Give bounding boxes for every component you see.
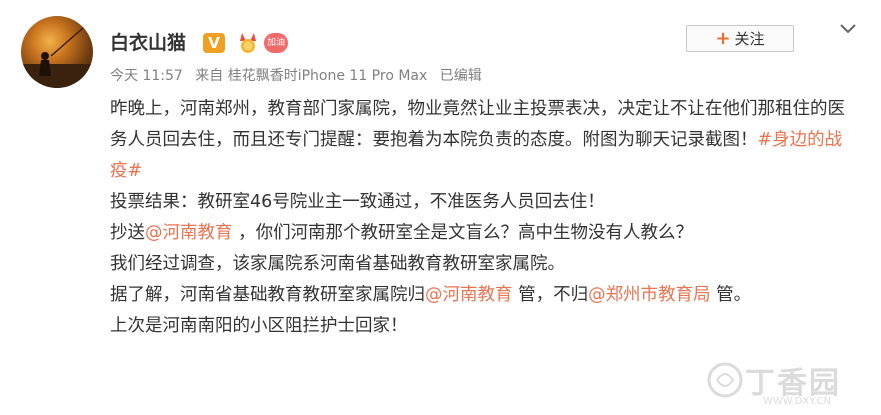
plus-icon: + (715, 27, 731, 49)
chevron-down-icon[interactable] (838, 22, 858, 36)
watermark: 丁香园 WWW.DXY.CN (705, 356, 875, 411)
username[interactable]: 白衣山猫 (110, 30, 186, 56)
paragraph-5-post: 管。 (710, 285, 752, 305)
paragraph-5-mid: 管，不归 (512, 285, 589, 305)
mention-zhengzhou-education-bureau[interactable]: @郑州市教育局 (588, 285, 711, 305)
post-source: 来自 桂花飘香时iPhone 11 Pro Max (195, 68, 428, 84)
follow-label: 关注 (734, 30, 765, 48)
paragraph-1-text: 昨晚上，河南郑州，教育部门家属院，物业竟然让业主投票表决，决定让不让在他们那租住… (110, 99, 845, 150)
rank-badge: 加油 (264, 33, 288, 53)
edited-label[interactable]: 已编辑 (440, 68, 482, 84)
paragraph-3-text: ，你们河南那个教研室全是文盲么？高中生物没有人教么？ (232, 223, 694, 243)
paragraph-5: 据了解，河南省基础教育教研室家属院归@河南教育 管，不归@郑州市教育局 管。 (110, 280, 850, 311)
follow-button[interactable]: + 关注 (686, 25, 794, 52)
paragraph-4: 我们经过调查，该家属院系河南省基础教育教研室家属院。 (110, 254, 565, 274)
medal-icon (240, 33, 256, 53)
watermark-url: WWW.DXY.CN (763, 396, 831, 407)
post-time[interactable]: 今天 11:57 (110, 68, 183, 84)
paragraph-3: 抄送@河南教育 ，你们河南那个教研室全是文盲么？高中生物没有人教么？ (110, 218, 850, 249)
watermark-logo-icon (707, 362, 743, 398)
paragraph-1: 昨晚上，河南郑州，教育部门家属院，物业竟然让业主投票表决，决定让不让在他们那租住… (110, 94, 850, 187)
post-meta: 今天 11:57 来自 桂花飘香时iPhone 11 Pro Max 已编辑 (110, 66, 490, 86)
avatar[interactable] (21, 16, 93, 88)
post-content: 昨晚上，河南郑州，教育部门家属院，物业竟然让业主投票表决，决定让不让在他们那租住… (110, 94, 850, 342)
paragraph-6: 上次是河南南阳的小区阻拦护士回家！ (110, 316, 408, 336)
paragraph-2: 投票结果：教研室46号院业主一致通过，不准医务人员回去住！ (110, 192, 605, 212)
mention-henan-education-2[interactable]: @河南教育 (425, 285, 513, 305)
cc-label: 抄送 (110, 223, 145, 243)
verified-v-icon: V (203, 33, 225, 53)
mention-henan-education[interactable]: @河南教育 (145, 223, 233, 243)
paragraph-5-pre: 据了解，河南省基础教育教研室家属院归 (110, 285, 425, 305)
